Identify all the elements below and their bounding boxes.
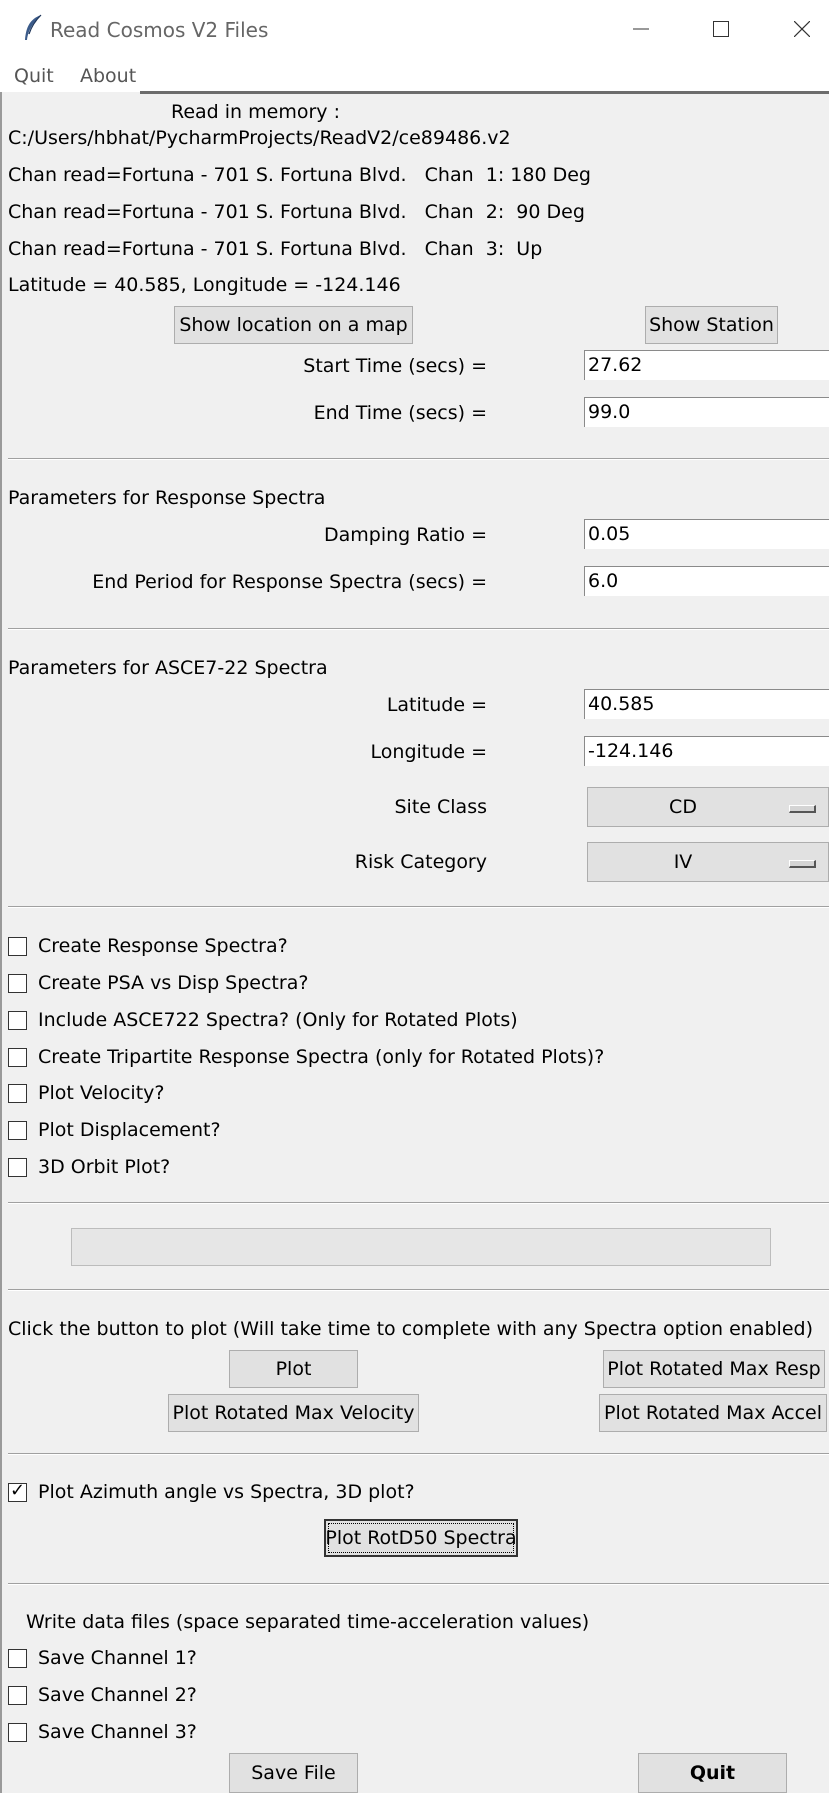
minimize-icon [633,20,649,42]
plot-button[interactable]: Plot [229,1350,358,1388]
separator [8,1583,829,1585]
progress-bar [71,1228,771,1266]
plot-rotated-max-accel-button[interactable]: Plot Rotated Max Accel [599,1394,827,1432]
checkbox-label: Plot Displacement? [38,1119,221,1141]
checkbox-box[interactable] [8,1047,27,1067]
checkbox-label: Create PSA vs Disp Spectra? [38,972,309,994]
minimize-button[interactable] [606,0,676,62]
separator [8,1453,829,1455]
site-class-select[interactable]: CD [587,787,829,827]
save-channel-3-checkbox[interactable]: Save Channel 3? [8,1717,197,1747]
save-file-button[interactable]: Save File [229,1753,358,1793]
menu-quit[interactable]: Quit [14,62,54,90]
end-time-input[interactable]: 99.0 [584,397,829,427]
lat-lon-info: Latitude = 40.585, Longitude = -124.146 [8,274,401,296]
checkbox-box[interactable] [8,936,27,956]
checkbox-label: Plot Velocity? [38,1082,165,1104]
menu-about[interactable]: About [80,62,136,90]
separator [8,628,829,630]
response-spectra-heading: Parameters for Response Spectra [8,487,326,509]
plot-rotated-max-resp-button[interactable]: Plot Rotated Max Resp [603,1350,825,1388]
end-time-label: End Time (secs) = [313,402,487,424]
asce-latitude-label: Latitude = [386,694,487,716]
end-period-label: End Period for Response Spectra (secs) = [92,571,487,593]
quit-button[interactable]: Quit [638,1753,787,1793]
menu-underline [140,91,829,94]
risk-category-value: IV [673,851,693,873]
channel-2-info: Chan read=Fortuna - 701 S. Fortuna Blvd.… [8,201,585,223]
option-menu-indicator-icon [789,860,816,868]
separator [8,1202,829,1204]
checkbox-box[interactable] [8,1083,27,1103]
checkbox-box[interactable] [8,1010,27,1030]
separator [8,906,829,908]
asce-longitude-label: Longitude = [370,741,487,763]
asce-latitude-input[interactable]: 40.585 [584,689,829,719]
checkbox-label: Create Response Spectra? [38,935,288,957]
save-channel-2-checkbox[interactable]: Save Channel 2? [8,1680,197,1710]
risk-category-select[interactable]: IV [587,842,829,882]
create-psa-disp-checkbox[interactable]: Create PSA vs Disp Spectra? [8,968,308,998]
feather-icon [22,14,44,47]
checkbox-box[interactable] [8,1685,27,1705]
checkbox-label: Include ASCE722 Spectra? (Only for Rotat… [38,1009,518,1031]
asce-spectra-heading: Parameters for ASCE7-22 Spectra [8,657,328,679]
channel-3-info: Chan read=Fortuna - 701 S. Fortuna Blvd.… [8,238,543,260]
risk-category-label: Risk Category [354,851,487,873]
create-response-spectra-checkbox[interactable]: Create Response Spectra? [8,931,288,961]
checkbox-box[interactable] [8,1120,27,1140]
plot-instruction: Click the button to plot (Will take time… [8,1318,813,1340]
plot-rotd50-button[interactable]: Plot RotD50 Spectra [324,1519,518,1557]
write-data-heading: Write data files (space separated time-a… [26,1611,590,1633]
save-channel-1-checkbox[interactable]: Save Channel 1? [8,1643,197,1673]
include-asce722-checkbox[interactable]: Include ASCE722 Spectra? (Only for Rotat… [8,1005,518,1035]
maximize-icon [713,20,729,42]
close-button[interactable] [767,0,829,62]
close-icon [793,20,811,42]
checkbox-label: Save Channel 2? [38,1684,197,1706]
plot-rotated-max-velocity-button[interactable]: Plot Rotated Max Velocity [168,1394,419,1432]
checkbox-label: Create Tripartite Response Spectra (only… [38,1046,605,1068]
checkbox-box[interactable] [8,973,27,993]
channel-1-info: Chan read=Fortuna - 701 S. Fortuna Blvd.… [8,164,591,186]
checkbox-box[interactable] [8,1480,27,1502]
checkbox-label: Plot Azimuth angle vs Spectra, 3D plot? [38,1481,415,1503]
checkbox-label: Save Channel 1? [38,1647,197,1669]
orbit-3d-checkbox[interactable]: 3D Orbit Plot? [8,1152,170,1182]
separator [8,1289,829,1291]
checkbox-label: Save Channel 3? [38,1721,197,1743]
file-path: C:/Users/hbhat/PycharmProjects/ReadV2/ce… [8,127,511,149]
start-time-label: Start Time (secs) = [303,355,487,377]
tripartite-checkbox[interactable]: Create Tripartite Response Spectra (only… [8,1042,604,1072]
option-menu-indicator-icon [789,805,816,813]
read-in-memory-label: Read in memory : [171,101,340,123]
plot-velocity-checkbox[interactable]: Plot Velocity? [8,1078,164,1108]
show-location-button[interactable]: Show location on a map [174,306,413,344]
start-time-input[interactable]: 27.62 [584,350,829,380]
damping-ratio-label: Damping Ratio = [323,524,487,546]
checkbox-label: 3D Orbit Plot? [38,1156,171,1178]
window-title: Read Cosmos V2 Files [50,18,269,42]
damping-ratio-input[interactable]: 0.05 [584,519,829,549]
plot-displacement-checkbox[interactable]: Plot Displacement? [8,1115,221,1145]
show-station-button[interactable]: Show Station [645,306,778,344]
maximize-button[interactable] [686,0,756,62]
azimuth-3d-checkbox[interactable]: Plot Azimuth angle vs Spectra, 3D plot? [8,1477,415,1507]
checkbox-box[interactable] [8,1722,27,1742]
asce-longitude-input[interactable]: -124.146 [584,736,829,766]
window-left-border [0,92,2,1793]
site-class-value: CD [669,796,697,818]
site-class-label: Site Class [394,796,487,818]
separator [8,458,829,460]
end-period-input[interactable]: 6.0 [584,566,829,596]
checkbox-box[interactable] [8,1648,27,1668]
checkbox-box[interactable] [8,1157,27,1177]
